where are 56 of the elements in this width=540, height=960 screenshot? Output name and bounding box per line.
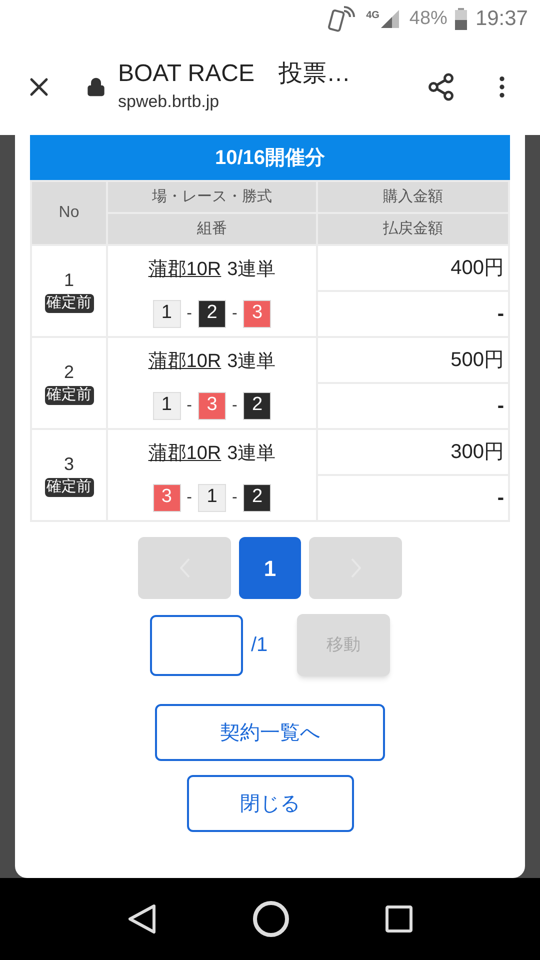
boat-number: 2: [243, 484, 272, 512]
table-header: 払戻金額: [317, 213, 509, 245]
boat-number: 1: [198, 484, 226, 512]
battery-percent: 48%: [409, 6, 448, 31]
outline-button[interactable]: 閉じる: [186, 775, 354, 832]
recents-icon[interactable]: [384, 905, 413, 933]
home-icon[interactable]: [252, 900, 290, 938]
clock: 19:37: [475, 6, 528, 32]
bet-amount: 500円: [317, 337, 509, 383]
payout-amount: -: [317, 383, 509, 429]
signal-icon: [379, 8, 402, 30]
table-header: 場・レース・勝式: [107, 181, 317, 213]
dash: -: [186, 488, 192, 508]
page-title: BOAT RACE 投票…: [118, 58, 352, 89]
back-icon[interactable]: [127, 903, 158, 935]
bet-type: 3連単: [227, 443, 276, 464]
lock-icon: [86, 76, 106, 96]
race-link[interactable]: 蒲郡10R: [148, 443, 222, 464]
table-header: 組番: [107, 213, 317, 245]
boat-number: 1: [152, 392, 181, 420]
table-header: No: [31, 181, 107, 245]
status-badge: 確定前: [44, 386, 94, 405]
status-badge: 確定前: [44, 478, 94, 497]
boat-number: 3: [243, 300, 272, 328]
boat-number: 3: [152, 484, 181, 512]
row-number: 1: [64, 269, 74, 292]
dash: -: [232, 396, 238, 416]
share-icon[interactable]: [426, 72, 456, 102]
dash: -: [232, 488, 238, 508]
bet-type: 3連単: [227, 351, 276, 372]
race-link[interactable]: 蒲郡10R: [148, 259, 222, 280]
network-label: 4G: [366, 9, 380, 23]
dash: -: [186, 304, 192, 324]
boat-number: 1: [152, 300, 181, 328]
payout-amount: -: [317, 291, 509, 337]
race-link[interactable]: 蒲郡10R: [148, 351, 222, 372]
status-badge: 確定前: [44, 294, 94, 313]
boat-number: 3: [198, 392, 226, 420]
bet-amount: 300円: [317, 429, 509, 475]
table-header: 購入金額: [317, 181, 509, 213]
dash: -: [186, 396, 192, 416]
date-heading: 10/16開催分: [30, 135, 510, 180]
bet-amount: 400円: [317, 245, 509, 291]
outline-button[interactable]: 契約一覧へ: [155, 704, 385, 761]
boat-number: 2: [198, 300, 226, 328]
page-button[interactable]: 1: [239, 537, 301, 599]
battery-icon: [455, 8, 468, 30]
page-total: /1: [251, 633, 269, 658]
page-url: spweb.brtb.jp: [118, 90, 220, 113]
row-number: 2: [64, 361, 74, 384]
row-number: 3: [64, 453, 74, 476]
boat-number: 2: [243, 392, 272, 420]
dash: -: [232, 304, 238, 324]
bet-type: 3連単: [227, 259, 276, 280]
page-input[interactable]: [150, 614, 243, 676]
payout-amount: -: [317, 475, 509, 521]
